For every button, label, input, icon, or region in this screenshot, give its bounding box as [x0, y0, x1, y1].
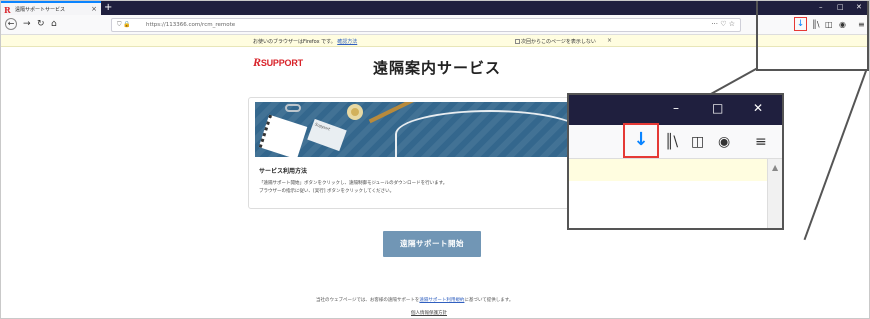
reload-icon[interactable]: ↻ [37, 18, 45, 30]
logo-r: R [253, 55, 261, 69]
page-actions-icon[interactable]: ··· ♡ ☆ [711, 20, 735, 28]
tab-title: 遠隔サポートサービス [15, 7, 66, 13]
info-title: サービス利用方法 [259, 168, 308, 175]
mouse-cable-illustration [395, 110, 575, 157]
footer-text: 当社のウェブページでは、お客様の遠隔サポートを遠隔サポート利用規約に基づいて提供… [316, 297, 513, 303]
tape-roll-illustration [347, 104, 363, 120]
privacy-policy-link[interactable]: 個人情報保護方針 [411, 310, 447, 316]
tab-close-icon[interactable]: × [91, 5, 97, 13]
terms-link[interactable]: 遠隔サポート利用規約 [419, 298, 464, 303]
checkbox-label: 次回からこのページを表示しない [521, 39, 596, 45]
zoom-notification-bar [569, 159, 767, 181]
page-title: 遠隔案内サービス [373, 59, 502, 77]
zoom-scrollbar: ▲ [767, 159, 782, 228]
notification-link[interactable]: 確認方法 [337, 39, 357, 45]
tab-bar: R 遠隔サポートサービス × + – □ ✕ [1, 1, 869, 15]
browser-tab[interactable]: R 遠隔サポートサービス × [1, 1, 101, 15]
hero-image: Support [255, 102, 575, 157]
footer-text-2: に基づいて提供します。 [464, 298, 514, 303]
rsupport-favicon-icon: R [4, 5, 11, 15]
notification-text: お使いのブラウザーはFirefox です。 [253, 39, 336, 45]
notification-close-icon[interactable]: × [607, 37, 612, 44]
shield-lock-icon: ⛉ 🔒 [117, 21, 131, 28]
rsupport-logo: RSUPPORT [253, 55, 303, 70]
zoom-account-icon: ◉ [718, 134, 731, 150]
zoom-library-icon: ║\ [665, 134, 679, 150]
footer-text-1: 当社のウェブページでは、お客様の遠隔サポートを [316, 298, 420, 303]
zoom-download-icon: ↓ [623, 123, 659, 158]
zoom-title-bar: – □ ✕ [569, 95, 782, 125]
callout-line [803, 70, 867, 241]
new-tab-button[interactable]: + [104, 1, 112, 14]
scroll-up-icon: ▲ [772, 163, 779, 172]
forward-arrow-icon[interactable]: → [23, 18, 31, 30]
navigation-toolbar: ← → ↻ ⌂ ⛉ 🔒 https://113366.com/rcm_remot… [1, 15, 869, 35]
zoom-maximize-icon: □ [712, 101, 724, 115]
info-line: 「遠隔サポート開始」ボタンをクリックし、遠隔制御モジュールのダウンロードを行いま… [259, 181, 448, 186]
dont-show-checkbox[interactable]: 次回からこのページを表示しない [515, 38, 596, 45]
logo-text: SUPPORT [260, 58, 303, 68]
zoom-source-outline [756, 1, 869, 71]
zoom-close-icon: ✕ [753, 101, 764, 115]
screenshot-frame: R 遠隔サポートサービス × + – □ ✕ ← → ↻ ⌂ ⛉ 🔒 https… [0, 0, 870, 319]
notification-message: お使いのブラウザーはFirefox です。 確認方法 [253, 38, 357, 45]
url-bar[interactable]: ⛉ 🔒 https://113366.com/rcm_remote ··· ♡ … [111, 18, 741, 32]
back-arrow-icon[interactable]: ← [5, 18, 17, 30]
zoom-minimize-icon: – [673, 101, 679, 115]
paperclip-icon [285, 104, 301, 112]
url-text: https://113366.com/rcm_remote [146, 22, 236, 28]
home-icon[interactable]: ⌂ [51, 18, 57, 30]
zoomed-toolbar-callout: – □ ✕ ↓ ║\ ◫ ◉ ≡ ▲ [567, 93, 784, 230]
start-remote-support-button[interactable]: 遠隔サポート開始 [383, 231, 481, 257]
zoom-sidebar-icon: ◫ [691, 134, 705, 150]
checkbox-icon[interactable] [515, 39, 520, 44]
zoom-menu-icon: ≡ [755, 134, 767, 150]
info-line: ブラウザーの指示に従い、[実行] ボタンをクリックしてください。 [259, 189, 395, 194]
notification-bar: お使いのブラウザーはFirefox です。 確認方法 次回からこのページを表示し… [1, 35, 869, 47]
